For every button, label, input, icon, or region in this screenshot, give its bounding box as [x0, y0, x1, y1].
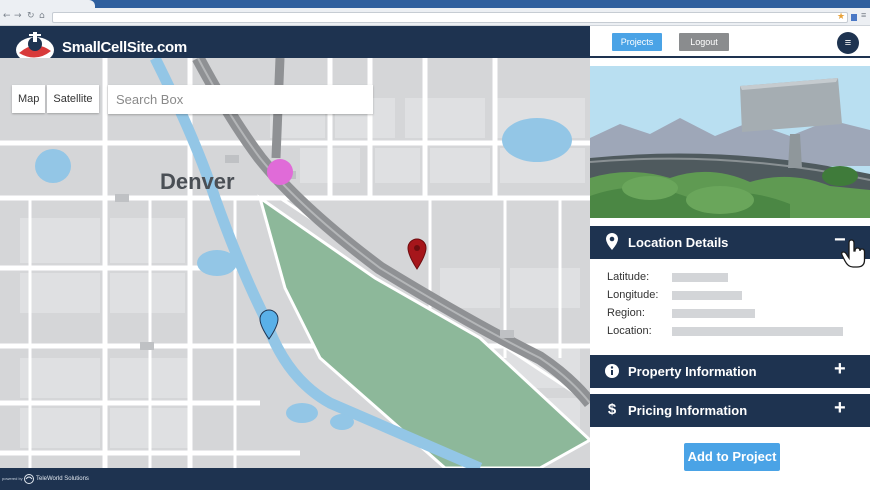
home-icon[interactable]: ⌂ [39, 11, 45, 21]
location-details-header[interactable]: Location Details − [590, 226, 870, 259]
hand-cursor-icon [841, 239, 866, 268]
search-input[interactable] [108, 85, 373, 114]
latitude-value [672, 273, 728, 282]
address-bar[interactable] [52, 12, 848, 23]
details-panel: Projects Logout ≡ Location Details − Lat… [590, 26, 870, 490]
longitude-label: Longitude: [607, 289, 659, 301]
extension-icon[interactable] [851, 14, 857, 21]
map-type-control: Map Satellite [12, 85, 99, 113]
hamburger-icon[interactable]: ≡ [837, 32, 859, 54]
location-value [672, 327, 843, 336]
reload-icon[interactable]: ↻ [27, 11, 35, 21]
pricing-information-header[interactable]: $ Pricing Information + [590, 394, 870, 427]
region-label: Region: [607, 307, 645, 319]
longitude-value [672, 291, 742, 300]
location-details-title: Location Details [628, 235, 729, 250]
magenta-circle-marker[interactable] [267, 159, 293, 185]
expand-toggle-icon[interactable]: + [834, 358, 846, 381]
app-header: SmallCellSite.com [0, 26, 590, 63]
teleworld-logo-icon [24, 474, 34, 484]
property-information-header[interactable]: Property Information + [590, 355, 870, 388]
location-pin-icon [606, 233, 618, 250]
back-icon[interactable]: ← [3, 11, 11, 21]
projects-button[interactable]: Projects [612, 33, 662, 51]
location-details-body: Latitude: Longitude: Region: Location: [590, 259, 870, 355]
region-value [672, 309, 755, 318]
map-view-button[interactable]: Map [12, 85, 46, 113]
latitude-label: Latitude: [607, 271, 650, 283]
panel-header: Projects Logout ≡ [590, 26, 870, 58]
logout-button[interactable]: Logout [679, 33, 729, 51]
forward-icon[interactable]: → [14, 11, 22, 21]
pricing-information-title: Pricing Information [628, 403, 748, 418]
dollar-icon: $ [607, 401, 617, 418]
satellite-view-button[interactable]: Satellite [47, 85, 99, 113]
browser-chrome: ← → ↻ ⌂ ★ ≡ [0, 0, 870, 26]
expand-toggle-icon[interactable]: + [834, 397, 846, 420]
city-label: Denver [160, 169, 235, 194]
tab-strip [0, 0, 870, 8]
billboard-illustration [590, 66, 870, 218]
map-canvas[interactable] [0, 58, 590, 468]
powered-by-label: powered by [2, 476, 23, 481]
map-footer: powered by TeleWorld Solutions [0, 468, 590, 490]
add-to-project-button[interactable]: Add to Project [684, 443, 780, 471]
brand-name[interactable]: SmallCellSite.com [62, 39, 187, 56]
map-view[interactable]: Map Satellite Denver [0, 58, 590, 468]
location-label: Location: [607, 325, 652, 337]
browser-tab[interactable] [0, 0, 95, 8]
browser-menu-icon[interactable]: ≡ [861, 10, 866, 20]
bookmark-star-icon[interactable]: ★ [837, 11, 845, 22]
property-information-title: Property Information [628, 364, 757, 379]
company-name: TeleWorld Solutions [36, 476, 89, 482]
info-icon [605, 364, 619, 378]
